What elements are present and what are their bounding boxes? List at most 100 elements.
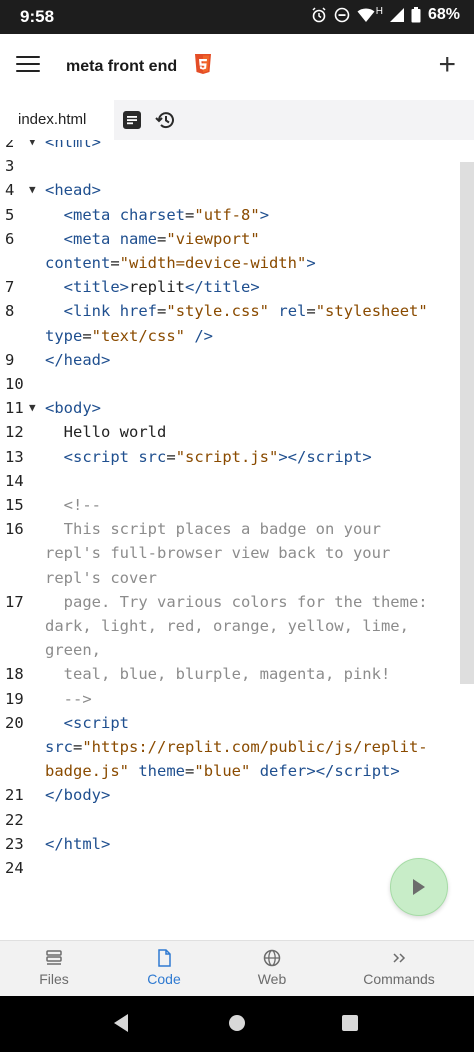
nav-code[interactable]: Code bbox=[124, 941, 204, 997]
line-number: 23 bbox=[5, 834, 24, 853]
code-text: <script src="script.js"></script> bbox=[63, 447, 372, 466]
home-icon[interactable] bbox=[229, 1015, 245, 1031]
fold-arrow-icon[interactable]: ▼ bbox=[29, 140, 36, 154]
code-line[interactable]: 17 page. Try various colors for the them… bbox=[0, 590, 440, 614]
signal-icon bbox=[389, 8, 404, 22]
hamburger-icon[interactable] bbox=[16, 56, 40, 76]
code-line[interactable]: 2 ▼ <html> bbox=[0, 140, 440, 154]
nav-files-label: Files bbox=[39, 971, 69, 987]
back-icon[interactable] bbox=[114, 1014, 128, 1032]
code-line[interactable]: dark, light, red, orange, yellow, lime, bbox=[0, 614, 440, 638]
code-line[interactable]: repl's cover bbox=[0, 566, 440, 590]
run-button[interactable] bbox=[390, 858, 448, 916]
code-text: page. Try various colors for the theme: bbox=[63, 592, 428, 611]
code-text: green, bbox=[45, 641, 101, 660]
code-line[interactable]: 9 </head> bbox=[0, 348, 440, 372]
code-line[interactable]: 20 <script bbox=[0, 711, 440, 735]
globe-icon bbox=[263, 949, 281, 967]
code-line[interactable]: content="width=device-width"> bbox=[0, 251, 440, 275]
code-text: src="https://replit.com/public/js/replit… bbox=[45, 738, 428, 756]
code-text: <link href="style.css" rel="stylesheet" bbox=[63, 302, 428, 321]
line-number: 13 bbox=[5, 447, 24, 466]
network-type-label: H bbox=[375, 5, 383, 17]
code-text: <meta charset="utf-8"> bbox=[63, 205, 270, 224]
code-line[interactable]: 3 bbox=[0, 154, 440, 178]
line-number: 10 bbox=[5, 375, 24, 393]
status-bar: 9:58 H 68% bbox=[0, 0, 474, 34]
battery-level: 68% bbox=[427, 6, 460, 23]
code-line[interactable]: repl's full-browser view back to your bbox=[0, 541, 440, 565]
history-icon[interactable] bbox=[155, 109, 177, 131]
code-line[interactable]: 15 <!-- bbox=[0, 493, 440, 517]
code-line[interactable]: 4 ▼ <head> bbox=[0, 178, 440, 202]
code-text: This script places a badge on your bbox=[63, 520, 381, 539]
code-text: <body> bbox=[45, 399, 101, 418]
fold-arrow-icon[interactable]: ▼ bbox=[29, 396, 36, 420]
code-line[interactable]: 19 --> bbox=[0, 687, 440, 711]
code-text: <script bbox=[63, 713, 129, 732]
code-line[interactable]: 24 bbox=[0, 856, 440, 880]
code-line[interactable]: 11 ▼ <body> bbox=[0, 396, 440, 420]
code-text: </html> bbox=[45, 834, 111, 853]
code-text: </head> bbox=[45, 350, 111, 369]
code-line[interactable]: 10 bbox=[0, 372, 440, 396]
code-editor[interactable]: 2 ▼ <html> 3 4 ▼ <head> 5 <meta charset="utf-8"… bbox=[0, 140, 474, 940]
code-text: <head> bbox=[45, 181, 101, 200]
code-text: badge.js" theme="blue" defer></script> bbox=[45, 762, 400, 781]
line-number: 3 bbox=[5, 157, 15, 176]
nav-web[interactable]: Web bbox=[232, 941, 312, 997]
code-line[interactable]: type="text/css" /> bbox=[0, 324, 440, 348]
code-text: </body> bbox=[45, 786, 111, 805]
line-number: 9 bbox=[5, 350, 15, 369]
editor-scrollbar[interactable] bbox=[460, 162, 474, 684]
line-number: 12 bbox=[5, 423, 24, 442]
file-tab-index-html[interactable]: index.html bbox=[0, 100, 114, 140]
code-text: type="text/css" /> bbox=[45, 326, 214, 345]
code-text: --> bbox=[63, 689, 92, 708]
nav-commands[interactable]: Commands bbox=[354, 941, 444, 997]
line-number: 15 bbox=[5, 496, 24, 514]
code-text: <!-- bbox=[63, 496, 101, 514]
file-tab-strip: index.html bbox=[0, 100, 474, 140]
code-line[interactable]: 7 <title>replit</title> bbox=[0, 275, 440, 299]
repl-title[interactable]: meta front end bbox=[66, 58, 177, 76]
nav-code-label: Code bbox=[147, 971, 181, 987]
nav-commands-label: Commands bbox=[363, 971, 435, 987]
code-line[interactable]: 22 bbox=[0, 808, 440, 832]
status-time: 9:58 bbox=[20, 7, 55, 26]
code-line[interactable]: 23 </html> bbox=[0, 832, 440, 856]
line-number: 22 bbox=[5, 810, 24, 829]
format-icon[interactable] bbox=[122, 110, 142, 130]
line-number: 24 bbox=[5, 859, 24, 877]
line-number: 8 bbox=[5, 302, 15, 321]
code-line[interactable]: 21 </body> bbox=[0, 783, 440, 807]
code-line[interactable]: badge.js" theme="blue" defer></script> bbox=[0, 759, 440, 783]
code-line[interactable]: 5 <meta charset="utf-8"> bbox=[0, 203, 440, 227]
code-line[interactable]: green, bbox=[0, 638, 440, 662]
code-line[interactable]: 12 Hello world bbox=[0, 420, 440, 444]
fold-arrow-icon[interactable]: ▼ bbox=[29, 178, 36, 202]
play-icon bbox=[413, 879, 425, 895]
nav-files[interactable]: Files bbox=[14, 941, 94, 997]
line-number: 4 bbox=[5, 181, 15, 200]
code-line[interactable]: 8 <link href="style.css" rel="stylesheet… bbox=[0, 299, 440, 323]
code-file-icon bbox=[158, 949, 171, 967]
line-number: 18 bbox=[5, 665, 24, 684]
code-text: <title>replit</title> bbox=[63, 278, 260, 297]
app-bar: meta front end + bbox=[0, 34, 474, 100]
code-text: repl's full-browser view back to your bbox=[45, 544, 391, 563]
chevrons-right-icon bbox=[393, 953, 406, 963]
code-line[interactable]: src="https://replit.com/public/js/replit… bbox=[0, 735, 440, 759]
line-number: 6 bbox=[5, 229, 15, 248]
code-line[interactable]: 16 This script places a badge on your bbox=[0, 517, 440, 541]
code-line[interactable]: 6 <meta name="viewport" bbox=[0, 227, 440, 251]
add-button[interactable]: + bbox=[438, 50, 456, 80]
code-line[interactable]: 14 bbox=[0, 469, 440, 493]
line-number: 7 bbox=[5, 278, 15, 297]
file-tab-label: index.html bbox=[18, 111, 87, 128]
line-number: 2 bbox=[5, 140, 15, 151]
recents-icon[interactable] bbox=[342, 1015, 358, 1031]
code-text: repl's cover bbox=[45, 568, 157, 587]
code-line[interactable]: 18 teal, blue, blurple, magenta, pink! bbox=[0, 662, 440, 686]
code-line[interactable]: 13 <script src="script.js"></script> bbox=[0, 445, 440, 469]
